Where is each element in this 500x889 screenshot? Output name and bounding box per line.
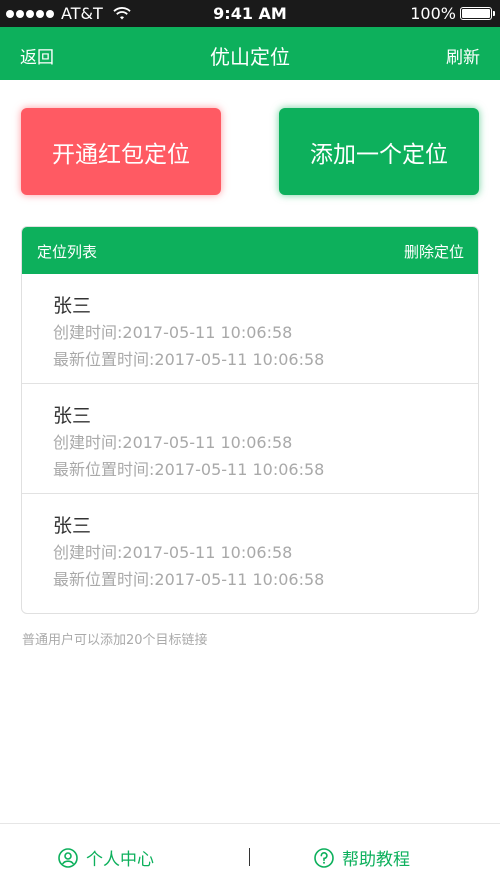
nav-bar: 返回 优山定位 刷新 — [0, 27, 500, 80]
tab-divider — [249, 848, 250, 866]
battery-icon — [460, 7, 495, 20]
list-item[interactable]: 张三 创建时间:2017-05-11 10:06:58 最新位置时间:2017-… — [22, 384, 478, 494]
delete-location-button[interactable]: 删除定位 — [404, 241, 464, 262]
item-updated-time: 最新位置时间:2017-05-11 10:06:58 — [53, 570, 325, 589]
add-location-button[interactable]: 添加一个定位 — [279, 108, 479, 195]
status-right: 100% — [410, 4, 495, 23]
item-updated-time: 最新位置时间:2017-05-11 10:06:58 — [53, 460, 325, 479]
tab-help-label: 帮助教程 — [342, 850, 410, 870]
question-circle-icon — [314, 847, 334, 868]
location-list-header: 定位列表 删除定位 — [22, 227, 478, 274]
item-created-time: 创建时间:2017-05-11 10:06:58 — [53, 323, 293, 342]
item-name: 张三 — [53, 405, 92, 427]
tab-personal-center[interactable]: 个人中心 — [58, 845, 154, 870]
tab-bar: 个人中心 帮助教程 — [0, 823, 500, 889]
tab-personal-label: 个人中心 — [86, 850, 154, 870]
battery-fill — [462, 9, 490, 18]
open-red-packet-location-button[interactable]: 开通红包定位 — [21, 108, 221, 195]
location-list: 定位列表 删除定位 张三 创建时间:2017-05-11 10:06:58 最新… — [21, 226, 479, 614]
item-updated-time: 最新位置时间:2017-05-11 10:06:58 — [53, 350, 325, 369]
user-circle-icon — [58, 847, 78, 868]
item-created-time: 创建时间:2017-05-11 10:06:58 — [53, 543, 293, 562]
location-list-title: 定位列表 — [37, 243, 98, 261]
tab-help-tutorial[interactable]: 帮助教程 — [314, 845, 410, 870]
refresh-button[interactable]: 刷新 — [446, 43, 480, 68]
list-item[interactable]: 张三 创建时间:2017-05-11 10:06:58 最新位置时间:2017-… — [22, 274, 478, 384]
item-name: 张三 — [53, 295, 92, 317]
status-bar: AT&T 9:41 AM 100% — [0, 0, 500, 27]
page-title: 优山定位 — [210, 45, 290, 69]
footnote: 普通用户可以添加20个目标链接 — [22, 633, 208, 648]
list-item[interactable]: 张三 创建时间:2017-05-11 10:06:58 最新位置时间:2017-… — [22, 494, 478, 604]
item-created-time: 创建时间:2017-05-11 10:06:58 — [53, 433, 293, 452]
battery-percent: 100% — [410, 4, 456, 23]
item-name: 张三 — [53, 515, 92, 537]
